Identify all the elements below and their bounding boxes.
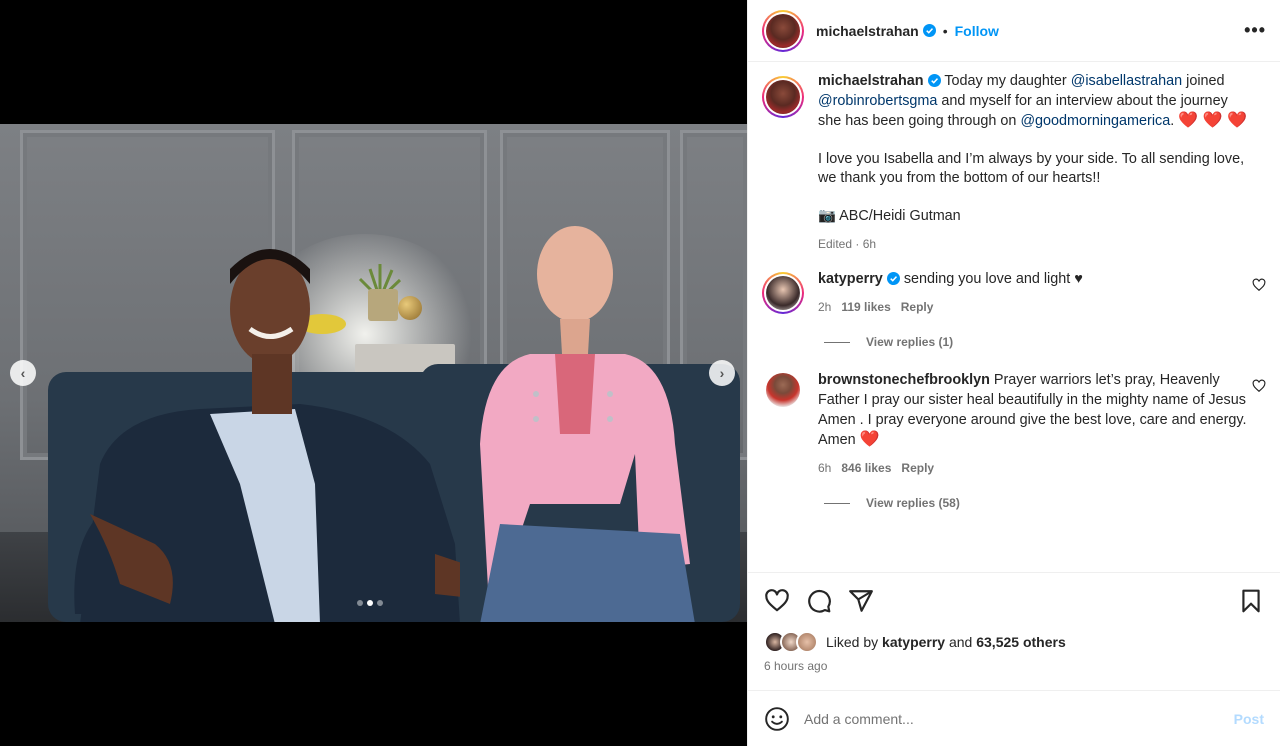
caption-username[interactable]: michaelstrahan	[818, 73, 924, 89]
caption-text: Today my daughter	[944, 73, 1067, 89]
verified-badge-icon	[927, 74, 941, 87]
comment-time: 2h	[818, 299, 832, 314]
comment-likes[interactable]: 846 likes	[841, 461, 891, 475]
post-header: michaelstrahan • Follow •••	[748, 0, 1280, 62]
carousel-dot	[357, 600, 363, 606]
comment-item: brownstonechefbrooklyn Prayer warriors l…	[748, 371, 1280, 478]
woman-seated	[480, 226, 695, 622]
comment-text: sending you love and light ♥	[903, 271, 1083, 288]
post-actions: Liked by katyperry and 63,525 others 6 h…	[748, 572, 1280, 690]
likes-count[interactable]: 63,525 others	[976, 634, 1066, 650]
post-timestamp[interactable]: 6 hours ago	[764, 659, 1264, 673]
post-media: ‹ ›	[0, 0, 747, 746]
comment-item: katyperry sending you love and light ♥ 2…	[748, 270, 1280, 317]
verified-badge-icon	[886, 272, 900, 286]
carousel-next-button[interactable]: ›	[709, 360, 735, 386]
heart-emojis: ❤️ ❤️ ❤️	[1178, 112, 1247, 130]
man-seated	[74, 249, 460, 622]
carousel-dot-active	[367, 600, 373, 606]
commenter-avatar[interactable]	[762, 272, 804, 315]
replies-divider	[824, 502, 850, 504]
comment-input[interactable]	[804, 710, 1234, 727]
separator-dot: •	[942, 22, 948, 39]
header-user-info: michaelstrahan • Follow	[816, 23, 999, 39]
liker-avatars[interactable]	[764, 631, 818, 653]
liker-avatar	[796, 631, 818, 653]
bookmark-icon[interactable]	[1238, 588, 1264, 614]
liked-by-and: and	[948, 634, 973, 650]
comment-body: brownstonechefbrooklyn Prayer warriors l…	[818, 371, 1250, 478]
follow-button[interactable]: Follow	[955, 23, 999, 39]
view-replies-button[interactable]: View replies (1)	[824, 335, 1280, 349]
caption-paragraph: I love you Isabella and I’m always by yo…	[818, 150, 1245, 187]
like-heart-icon[interactable]	[764, 588, 790, 614]
post-sidebar: michaelstrahan • Follow ••• michaelstrah…	[747, 0, 1280, 746]
caption-meta: Edited · 6h	[818, 236, 877, 251]
more-options-icon[interactable]: •••	[1244, 20, 1266, 41]
caption-body: michaelstrahan Today my daughter @isabel…	[818, 72, 1250, 254]
post-photo[interactable]	[0, 124, 747, 622]
mention-link[interactable]: @goodmorningamerica	[1020, 113, 1170, 129]
caption-text: joined	[1186, 73, 1225, 89]
liked-by-prefix: Liked by	[826, 634, 879, 650]
comment-meta: 2h 119 likes Reply	[818, 298, 1250, 318]
caption-text: .	[1170, 113, 1175, 130]
commenter-avatar[interactable]	[766, 373, 800, 408]
mention-link[interactable]: @robinrobertsgma	[818, 93, 937, 109]
verified-badge-icon	[922, 24, 936, 37]
chevron-left-icon: ‹	[20, 365, 26, 381]
view-replies-label: View replies (58)	[866, 496, 960, 511]
add-comment-bar: Post	[748, 690, 1280, 746]
comment-body: katyperry sending you love and light ♥ 2…	[818, 270, 1250, 317]
instagram-post: ‹ › michaelstrahan • Follow ••• michaels…	[0, 0, 1280, 746]
heart-icon[interactable]	[1252, 278, 1266, 292]
mention-link[interactable]: @isabellastrahan	[1071, 73, 1182, 89]
chevron-right-icon: ›	[719, 365, 725, 381]
commenter-username[interactable]: katyperry	[818, 271, 883, 287]
comments-section: michaelstrahan Today my daughter @isabel…	[748, 62, 1280, 572]
author-avatar[interactable]	[762, 9, 804, 52]
post-caption: michaelstrahan Today my daughter @isabel…	[748, 73, 1280, 254]
emoji-icon[interactable]	[764, 706, 790, 732]
likes-summary: Liked by katyperry and 63,525 others	[764, 631, 1264, 653]
post-comment-button[interactable]: Post	[1234, 711, 1264, 727]
reply-button[interactable]: Reply	[901, 461, 934, 475]
avatar-image	[766, 80, 800, 114]
view-replies-button[interactable]: View replies (58)	[824, 496, 1280, 510]
carousel-dot	[377, 600, 383, 606]
comment-likes[interactable]: 119 likes	[841, 300, 890, 314]
avatar-image	[766, 13, 800, 48]
share-send-icon[interactable]	[848, 588, 874, 614]
commenter-username[interactable]: brownstonechefbrooklyn	[818, 372, 990, 388]
liked-by-user[interactable]: katyperry	[882, 634, 945, 650]
heart-emoji: ❤️	[859, 431, 880, 449]
caption-avatar[interactable]	[762, 76, 804, 118]
replies-divider	[824, 341, 850, 343]
photo-credit: 📷 ABC/Heidi Gutman	[818, 207, 961, 224]
comment-time: 6h	[818, 460, 832, 475]
author-username[interactable]: michaelstrahan	[816, 23, 919, 39]
action-buttons	[764, 587, 1264, 615]
avatar-image	[766, 276, 800, 311]
heart-icon[interactable]	[1252, 379, 1266, 393]
reply-button[interactable]: Reply	[901, 300, 934, 314]
comment-meta: 6h 846 likes Reply	[818, 459, 1250, 479]
view-replies-label: View replies (1)	[866, 335, 954, 350]
carousel-indicator	[357, 600, 383, 606]
carousel-prev-button[interactable]: ‹	[10, 360, 36, 386]
comment-bubble-icon[interactable]	[806, 588, 832, 614]
